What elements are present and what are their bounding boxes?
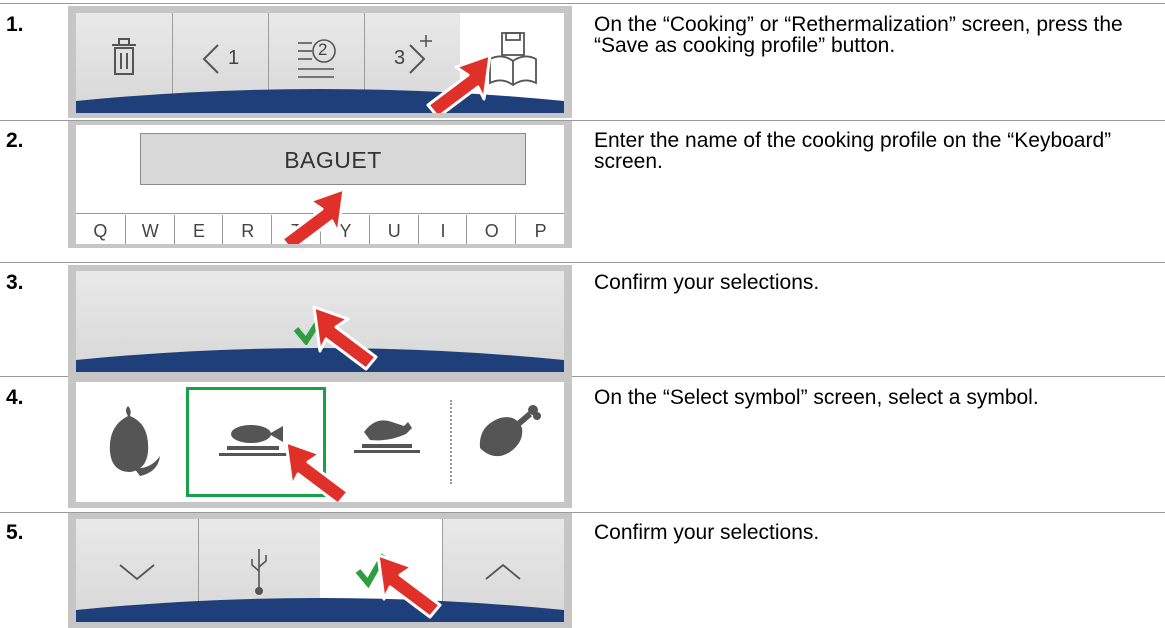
confirm-button[interactable] [76, 271, 564, 372]
key-q[interactable]: Q [76, 215, 125, 244]
confirm-screen-screenshot [68, 265, 572, 376]
row-divider [0, 262, 1165, 263]
keyboard-screen-screenshot: BAGUET QWERTYUIOP [68, 121, 572, 248]
key-o[interactable]: O [466, 215, 516, 244]
previous-step-label: 1 [228, 47, 240, 69]
confirm-toolbar-screenshot [68, 513, 572, 628]
step-instruction: Confirm your selections. [594, 271, 820, 294]
select-symbol-screenshot [68, 376, 572, 508]
step-instruction: Confirm your selections. [594, 521, 820, 544]
row-divider [0, 3, 1165, 4]
step-number-badge: 2 [318, 40, 328, 59]
key-u[interactable]: U [368, 215, 419, 244]
red-pointer-arrow [284, 440, 350, 502]
step-instruction: On the “Select symbol” screen, select a … [594, 386, 1039, 409]
key-w[interactable]: W [124, 215, 175, 244]
step-number: 1. [6, 13, 24, 36]
step-number: 2. [6, 129, 24, 152]
red-pointer-arrow [280, 187, 346, 244]
next-step-label: 3 [394, 47, 406, 69]
chicken-leg-icon [479, 405, 541, 457]
garlic-icon [109, 406, 160, 476]
symbol-vegetable[interactable] [76, 382, 186, 502]
step-number: 4. [6, 386, 24, 409]
red-pointer-arrow [312, 305, 378, 371]
step-instruction: Enter the name of the cooking profile on… [594, 129, 1112, 173]
save-profile-toolbar-screenshot: 1 2 3 [68, 6, 572, 118]
step-instruction: On the “Cooking” or “Rethermalization” s… [594, 13, 1123, 57]
accent-wave [76, 598, 564, 622]
key-r[interactable]: R [222, 215, 272, 244]
divider [450, 400, 452, 484]
profile-name-value: BAGUET [284, 147, 382, 173]
red-pointer-arrow [426, 53, 492, 113]
step-number: 3. [6, 271, 24, 294]
red-pointer-arrow [376, 553, 442, 619]
step-number: 5. [6, 521, 24, 544]
symbol-poultry[interactable] [454, 382, 564, 502]
profile-name-input[interactable]: BAGUET [140, 133, 526, 185]
key-i[interactable]: I [417, 215, 468, 244]
key-p[interactable]: P [515, 215, 564, 244]
key-e[interactable]: E [173, 215, 224, 244]
